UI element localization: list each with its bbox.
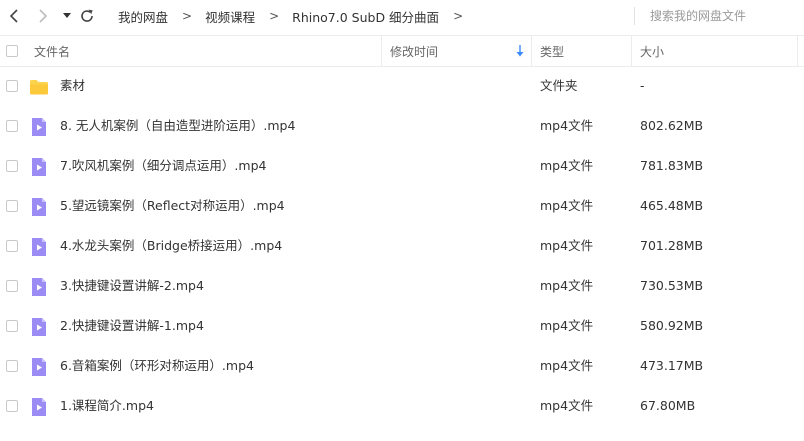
arrow-down-icon <box>516 45 524 60</box>
column-size[interactable]: 大小 <box>640 36 664 66</box>
breadcrumb: 我的网盘 > 视频课程 > Rhino7.0 SubD 细分曲面 > <box>118 0 476 32</box>
row-checkbox[interactable] <box>6 320 18 332</box>
list-item-video[interactable]: 2.快捷键设置讲解-1.mp4 mp4文件 580.92MB <box>0 306 804 346</box>
row-checkbox[interactable] <box>6 400 18 412</box>
file-size: 730.53MB <box>640 278 704 293</box>
file-name[interactable]: 2.快捷键设置讲解-1.mp4 <box>60 306 204 346</box>
forward-button[interactable] <box>33 6 53 26</box>
video-file-icon <box>29 117 49 137</box>
video-file-icon <box>29 237 49 257</box>
file-type: mp4文件 <box>540 198 594 213</box>
list-item-video[interactable]: 8. 无人机案例（自由造型进阶运用）.mp4 mp4文件 802.62MB <box>0 106 804 146</box>
row-checkbox[interactable] <box>6 80 18 92</box>
file-type: mp4文件 <box>540 158 594 173</box>
breadcrumb-item-video-courses[interactable]: 视频课程 <box>205 7 255 26</box>
breadcrumb-separator: > <box>182 9 193 23</box>
file-type: mp4文件 <box>540 278 594 293</box>
folder-icon <box>29 77 49 97</box>
navigation-bar: 我的网盘 > 视频课程 > Rhino7.0 SubD 细分曲面 > <box>0 0 804 32</box>
file-name[interactable]: 1.课程简介.mp4 <box>60 386 154 426</box>
file-type: mp4文件 <box>540 398 594 413</box>
list-item-video[interactable]: 4.水龙头案例（Bridge桥接运用）.mp4 mp4文件 701.28MB <box>0 226 804 266</box>
file-type: mp4文件 <box>540 318 594 333</box>
video-file-icon <box>29 317 49 337</box>
history-dropdown-button[interactable] <box>57 6 77 26</box>
list-item-video[interactable]: 5.望远镜案例（Reflect对称运用）.mp4 mp4文件 465.48MB <box>0 186 804 226</box>
video-file-icon <box>29 197 49 217</box>
file-type: 文件夹 <box>540 78 578 93</box>
column-divider[interactable] <box>531 36 532 66</box>
refresh-button[interactable] <box>77 6 97 26</box>
breadcrumb-item-current-folder[interactable]: Rhino7.0 SubD 细分曲面 <box>292 7 439 26</box>
column-size-label: 大小 <box>640 44 665 59</box>
column-name-label: 文件名 <box>34 44 71 59</box>
caret-down-icon <box>62 12 72 20</box>
column-divider[interactable] <box>381 36 382 66</box>
video-file-icon <box>29 397 49 417</box>
video-file-icon <box>29 277 49 297</box>
list-item-video[interactable]: 3.快捷键设置讲解-2.mp4 mp4文件 730.53MB <box>0 266 804 306</box>
file-size: 465.48MB <box>640 198 704 213</box>
column-name[interactable]: 文件名 <box>34 36 70 66</box>
column-divider[interactable] <box>797 36 798 66</box>
back-button[interactable] <box>4 6 24 26</box>
select-all-checkbox[interactable] <box>6 45 18 57</box>
file-list: 素材 文件夹 - 8. 无人机案例（自由造型进阶运用）.mp4 mp4文件 80… <box>0 66 804 426</box>
row-checkbox[interactable] <box>6 160 18 172</box>
list-item-video[interactable]: 6.音箱案例（环形对称运用）.mp4 mp4文件 473.17MB <box>0 346 804 386</box>
row-checkbox[interactable] <box>6 200 18 212</box>
file-name[interactable]: 8. 无人机案例（自由造型进阶运用）.mp4 <box>60 106 295 146</box>
search-input[interactable] <box>644 5 804 27</box>
file-size: 781.83MB <box>640 158 704 173</box>
breadcrumb-separator: > <box>269 9 280 23</box>
breadcrumb-separator: > <box>453 9 464 23</box>
file-name[interactable]: 3.快捷键设置讲解-2.mp4 <box>60 266 204 306</box>
file-type: mp4文件 <box>540 238 594 253</box>
chevron-right-icon <box>38 9 48 23</box>
column-type-label: 类型 <box>540 44 565 59</box>
row-checkbox[interactable] <box>6 360 18 372</box>
search-divider <box>634 7 635 25</box>
file-type: mp4文件 <box>540 118 594 133</box>
list-item-video[interactable]: 1.课程简介.mp4 mp4文件 67.80MB <box>0 386 804 426</box>
file-size: 802.62MB <box>640 118 704 133</box>
row-checkbox[interactable] <box>6 120 18 132</box>
column-modified[interactable]: 修改时间 <box>390 36 530 66</box>
row-checkbox[interactable] <box>6 280 18 292</box>
file-name[interactable]: 素材 <box>60 66 85 106</box>
breadcrumb-item-my-drive[interactable]: 我的网盘 <box>118 7 168 26</box>
list-item-folder[interactable]: 素材 文件夹 - <box>0 66 804 106</box>
video-file-icon <box>29 357 49 377</box>
list-item-video[interactable]: 7.吹风机案例（细分调点运用）.mp4 mp4文件 781.83MB <box>0 146 804 186</box>
file-size: 67.80MB <box>640 398 696 413</box>
column-header: 文件名 修改时间 类型 大小 <box>0 35 804 67</box>
row-checkbox[interactable] <box>6 240 18 252</box>
file-name[interactable]: 5.望远镜案例（Reflect对称运用）.mp4 <box>60 186 285 226</box>
file-size: - <box>640 78 645 93</box>
column-type[interactable]: 类型 <box>540 36 564 66</box>
file-size: 701.28MB <box>640 238 704 253</box>
refresh-icon <box>79 8 95 24</box>
file-size: 473.17MB <box>640 358 704 373</box>
file-type: mp4文件 <box>540 358 594 373</box>
file-name[interactable]: 6.音箱案例（环形对称运用）.mp4 <box>60 346 254 386</box>
column-divider[interactable] <box>631 36 632 66</box>
file-name[interactable]: 7.吹风机案例（细分调点运用）.mp4 <box>60 146 266 186</box>
video-file-icon <box>29 157 49 177</box>
chevron-left-icon <box>9 9 19 23</box>
file-size: 580.92MB <box>640 318 704 333</box>
column-modified-label: 修改时间 <box>390 44 439 59</box>
file-name[interactable]: 4.水龙头案例（Bridge桥接运用）.mp4 <box>60 226 282 266</box>
